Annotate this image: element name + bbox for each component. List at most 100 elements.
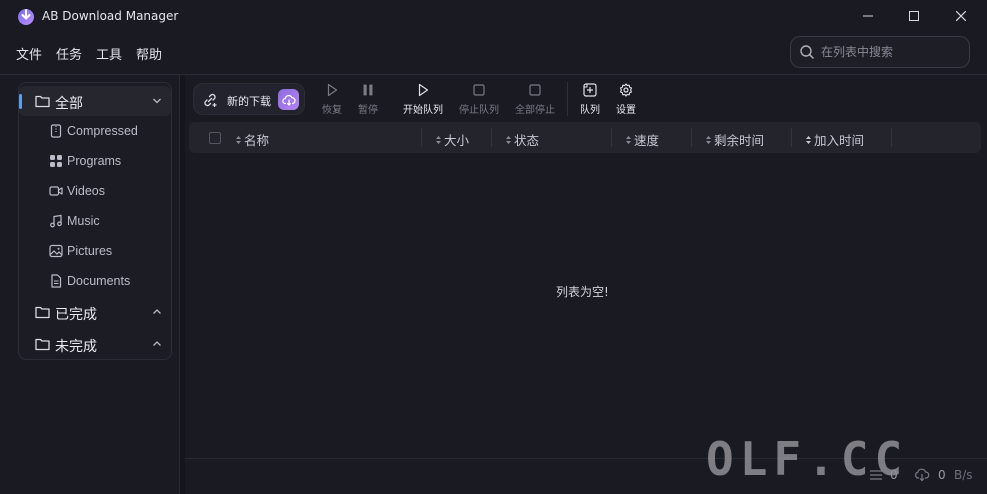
chevron-down-icon[interactable]: [152, 97, 162, 105]
stop-queue-button[interactable]: 停止队列: [456, 83, 502, 117]
sort-icon: [436, 135, 441, 144]
maximize-button[interactable]: [891, 0, 937, 32]
start-queue-button[interactable]: 开始队列: [400, 83, 446, 117]
grid-icon: [50, 155, 62, 167]
column-speed[interactable]: 速度: [625, 130, 659, 149]
maximize-icon: [909, 11, 919, 21]
ab-logo-icon: [18, 9, 34, 25]
column-status[interactable]: 状态: [505, 130, 539, 149]
category-sidebar: 全部 Compressed Programs Videos Music Pict…: [18, 82, 172, 360]
archive-icon: [50, 124, 62, 138]
subcategory-pictures[interactable]: Pictures: [47, 239, 167, 263]
subcategory-label: Videos: [67, 184, 105, 198]
subcategory-label: Documents: [67, 274, 131, 288]
sort-icon: [706, 135, 711, 144]
picture-icon: [49, 244, 63, 258]
settings-button[interactable]: 设置: [612, 83, 640, 117]
cloud-download-icon: [278, 89, 299, 110]
chevron-up-icon[interactable]: [152, 308, 162, 316]
menu-tools[interactable]: 工具: [96, 42, 122, 65]
subcategory-label: Compressed: [67, 124, 138, 138]
category-label: 已完成: [55, 307, 97, 323]
play-icon: [418, 83, 429, 97]
column-name[interactable]: 名称: [235, 130, 269, 149]
speed-unit: B/s: [954, 468, 973, 482]
column-divider[interactable]: [891, 128, 892, 147]
play-icon: [327, 83, 338, 97]
close-button[interactable]: [938, 0, 984, 32]
column-size-label: 大小: [444, 133, 470, 148]
queues-label: 队列: [580, 105, 600, 116]
new-download-button[interactable]: 新的下载: [193, 83, 305, 115]
folder-icon: [35, 338, 50, 351]
column-divider[interactable]: [611, 128, 612, 147]
category-all[interactable]: 全部: [19, 86, 171, 116]
title-bar: AB Download Manager: [0, 0, 987, 32]
minimize-button[interactable]: [845, 0, 891, 32]
menu-tasks[interactable]: 任务: [56, 42, 82, 65]
start-queue-label: 开始队列: [403, 105, 443, 116]
empty-list-message: 列表为空!: [556, 285, 609, 299]
stop-all-button[interactable]: 全部停止: [512, 83, 558, 117]
subcategory-compressed[interactable]: Compressed: [47, 119, 167, 143]
column-size[interactable]: 大小: [435, 130, 469, 149]
column-divider[interactable]: [691, 128, 692, 147]
queues-button[interactable]: 队列: [576, 83, 604, 117]
gear-icon: [619, 83, 633, 97]
column-name-label: 名称: [244, 133, 270, 148]
column-status-label: 状态: [514, 133, 540, 148]
search-input[interactable]: [821, 43, 961, 61]
folder-icon: [35, 95, 50, 108]
search-icon: [800, 45, 814, 59]
column-date-added[interactable]: 加入时间: [805, 130, 864, 149]
menu-file[interactable]: 文件: [16, 42, 42, 65]
subcategory-label: Programs: [67, 154, 122, 168]
queue-icon: [583, 83, 597, 97]
watermark: OLF.CC: [706, 432, 909, 486]
search-box[interactable]: [790, 36, 970, 68]
pause-icon: [363, 84, 373, 96]
toolbar-separator: [567, 82, 568, 116]
stop-queue-label: 停止队列: [459, 105, 499, 116]
stop-icon: [473, 84, 485, 96]
sort-icon: [506, 135, 511, 144]
column-divider[interactable]: [791, 128, 792, 147]
column-divider[interactable]: [491, 128, 492, 147]
stop-icon: [529, 84, 541, 96]
column-speed-label: 速度: [634, 133, 660, 148]
subcategory-label: Music: [67, 214, 100, 228]
resume-button[interactable]: 恢复: [318, 83, 346, 117]
select-all-checkbox[interactable]: [209, 132, 221, 144]
chevron-up-icon[interactable]: [152, 340, 162, 348]
subcategory-documents[interactable]: Documents: [47, 269, 167, 293]
category-unfinished[interactable]: 未完成: [19, 329, 171, 359]
minimize-icon: [863, 15, 873, 17]
cloud-download-icon: [915, 468, 930, 481]
column-divider[interactable]: [421, 128, 422, 147]
selected-indicator: [19, 94, 22, 109]
category-finished[interactable]: 已完成: [19, 297, 171, 327]
download-table-header: 名称 大小 状态 速度 剩余时间 加入时间: [189, 122, 981, 153]
new-download-label: 新的下载: [227, 95, 271, 108]
sort-icon: [626, 135, 631, 144]
stop-all-label: 全部停止: [515, 105, 555, 116]
header-divider: [0, 74, 987, 75]
subcategory-videos[interactable]: Videos: [47, 179, 167, 203]
sort-down-icon: [806, 135, 811, 144]
column-date-added-label: 加入时间: [814, 133, 865, 148]
resume-label: 恢复: [322, 105, 342, 116]
video-icon: [49, 186, 63, 196]
pause-button[interactable]: 暂停: [354, 83, 382, 117]
sidebar-resize-handle[interactable]: [179, 75, 185, 494]
category-label: 全部: [55, 96, 83, 112]
close-icon: [956, 11, 966, 21]
menu-help[interactable]: 帮助: [136, 42, 162, 65]
subcategory-programs[interactable]: Programs: [47, 149, 167, 173]
subcategory-music[interactable]: Music: [47, 209, 167, 233]
pause-label: 暂停: [358, 105, 378, 116]
column-time-left[interactable]: 剩余时间: [705, 130, 764, 149]
music-icon: [50, 214, 62, 228]
app-title: AB Download Manager: [42, 9, 179, 23]
column-time-left-label: 剩余时间: [714, 133, 765, 148]
subcategory-label: Pictures: [67, 244, 113, 258]
